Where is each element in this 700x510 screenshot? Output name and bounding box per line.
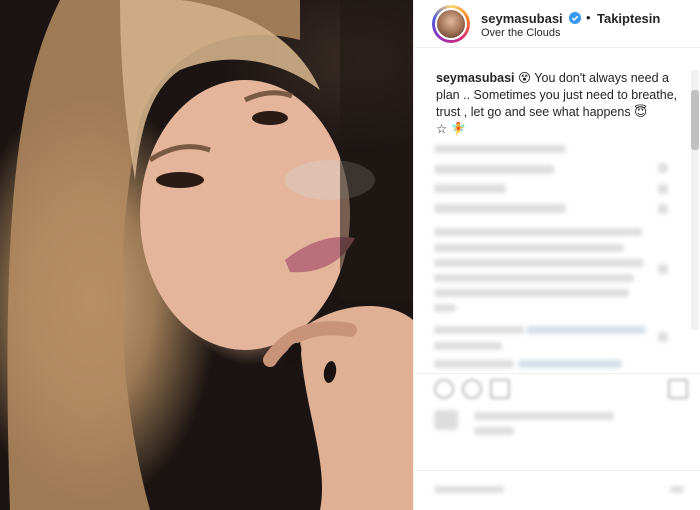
scroll-thumb[interactable] <box>691 90 699 150</box>
follow-button[interactable]: Takiptesin <box>597 11 660 26</box>
caption-emoji-end: ☆ 🧚 <box>436 122 467 136</box>
post-sidebar: seymasubasi • Takiptesin Over the Clouds… <box>413 0 700 510</box>
story-ring[interactable] <box>432 5 470 43</box>
blurred-comment <box>434 289 629 297</box>
blurred-comment <box>434 360 514 368</box>
comment-icon[interactable] <box>462 379 482 399</box>
blurred-like-icon <box>658 184 668 194</box>
blurred-comment <box>518 360 622 368</box>
bookmark-icon[interactable] <box>668 379 688 399</box>
blurred-comment <box>434 304 456 312</box>
blurred-comment <box>434 184 506 193</box>
blurred-comment <box>526 326 646 334</box>
divider <box>414 373 700 374</box>
blurred-comment <box>434 228 642 236</box>
blurred-comment <box>434 145 566 153</box>
divider <box>414 470 700 471</box>
blurred-likes-text <box>474 412 614 420</box>
blurred-comment <box>434 165 554 174</box>
photo-illustration <box>7 0 413 510</box>
caption-emoji-lead: 😵 <box>518 71 532 85</box>
caption: seymasubasi 😵 You don't always need a pl… <box>436 70 686 138</box>
blurred-comment <box>434 326 524 334</box>
blurred-comment-input[interactable] <box>434 486 504 493</box>
heart-icon[interactable] <box>434 379 454 399</box>
blurred-like-icon <box>658 264 668 274</box>
blurred-comment <box>434 204 566 213</box>
location-link[interactable]: Over the Clouds <box>481 27 560 39</box>
blurred-likes-text <box>474 427 514 435</box>
author-username-text[interactable]: seymasubasi <box>481 11 563 26</box>
blurred-comment <box>434 259 644 267</box>
post-photo[interactable] <box>0 0 413 510</box>
verified-icon <box>569 12 582 24</box>
comments-scrollbar[interactable] <box>691 70 699 330</box>
blurred-post-button[interactable] <box>670 486 684 493</box>
avatar[interactable] <box>435 8 467 40</box>
share-icon[interactable] <box>490 379 510 399</box>
separator-dot: • <box>586 10 591 25</box>
blurred-like-icon <box>658 332 668 342</box>
blurred-like-icon <box>658 163 668 173</box>
author-username[interactable]: seymasubasi <box>481 11 582 26</box>
blurred-comment <box>434 342 502 350</box>
post-header: seymasubasi • Takiptesin Over the Clouds <box>414 0 700 48</box>
blurred-comment <box>434 244 624 252</box>
blurred-liker-avatars <box>434 410 458 430</box>
caption-username[interactable]: seymasubasi <box>436 71 515 85</box>
blurred-comment <box>434 274 634 282</box>
blurred-like-icon <box>658 204 668 214</box>
caption-emoji-trail: 😇 <box>634 105 648 119</box>
